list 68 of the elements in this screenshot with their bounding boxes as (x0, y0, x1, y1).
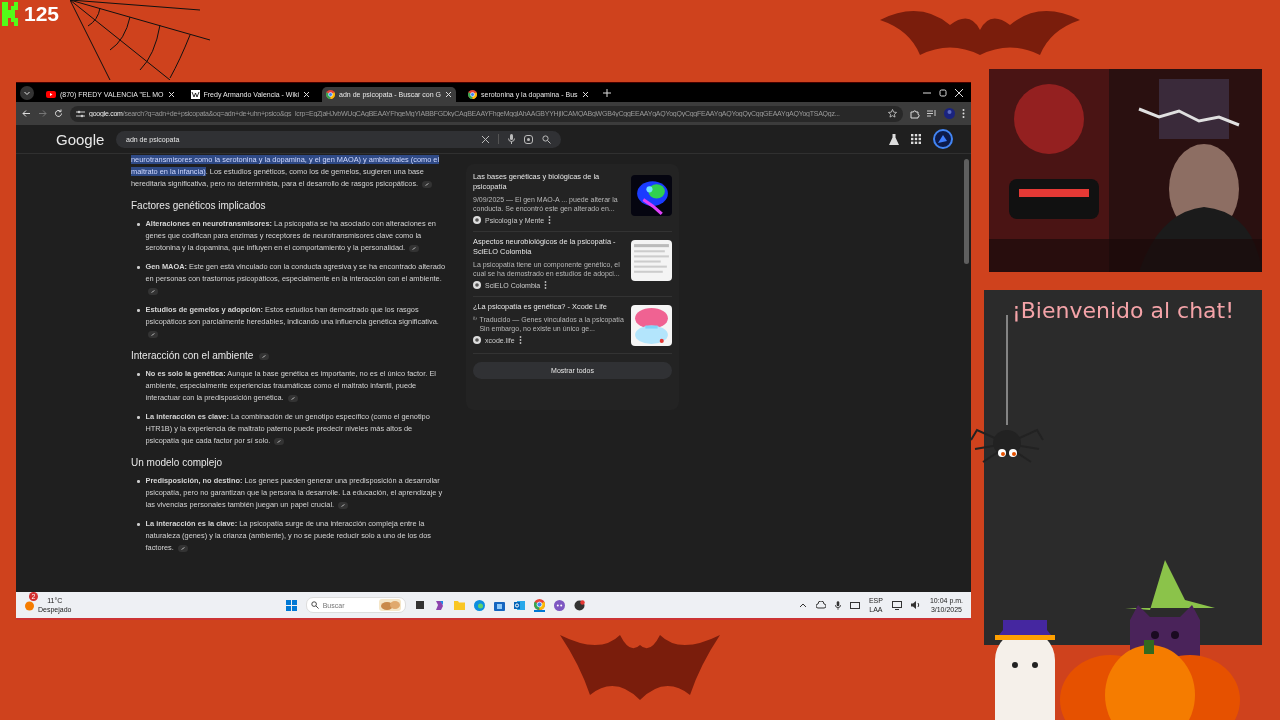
chat-app-icon[interactable] (553, 599, 565, 611)
store-icon[interactable] (493, 599, 505, 611)
keyboard-icon[interactable] (849, 601, 860, 609)
apps-icon[interactable] (911, 134, 921, 144)
section-heading: Interacción con el ambiente (131, 350, 254, 362)
monitor-icon[interactable] (891, 600, 902, 610)
chevron-icon[interactable] (798, 602, 807, 608)
chrome-icon (468, 90, 478, 99)
profile-avatar[interactable] (944, 108, 955, 119)
task-view-icon[interactable] (414, 600, 425, 610)
edge-icon[interactable] (473, 599, 485, 611)
link-icon[interactable] (422, 180, 433, 188)
profile-avatar[interactable] (933, 129, 953, 149)
flask-icon[interactable] (889, 133, 899, 145)
more-icon[interactable] (548, 216, 552, 224)
extensions-icon[interactable] (910, 108, 920, 119)
media-icon[interactable] (927, 109, 937, 118)
star-icon[interactable] (888, 109, 897, 118)
section-heading: Un modelo complejo (131, 457, 223, 469)
microphone-icon[interactable] (834, 600, 841, 610)
search-icon[interactable] (542, 134, 551, 144)
cloud-icon[interactable] (815, 601, 826, 609)
close-icon[interactable] (167, 91, 175, 98)
chat-title: ¡Bienvenido al chat! (1010, 298, 1236, 323)
microphone-icon[interactable] (508, 134, 515, 144)
link-icon[interactable] (274, 437, 285, 445)
more-icon[interactable] (518, 336, 522, 344)
clear-icon[interactable] (482, 135, 489, 143)
chrome-icon (326, 90, 336, 99)
close-icon[interactable] (955, 88, 963, 97)
close-icon[interactable] (303, 91, 311, 98)
site-icon (473, 336, 481, 344)
translate-icon (473, 315, 478, 322)
new-tab-icon[interactable] (602, 88, 611, 97)
reload-icon[interactable] (54, 109, 63, 118)
menu-icon[interactable] (962, 109, 965, 118)
tune-icon (76, 109, 85, 118)
weather-icon (24, 599, 35, 611)
link-icon[interactable] (147, 287, 158, 295)
viewer-count: 125 (24, 2, 60, 26)
link-icon[interactable] (409, 244, 420, 252)
copilot-icon[interactable] (433, 599, 445, 611)
wiki-icon (190, 90, 200, 99)
link-icon[interactable] (287, 394, 298, 402)
back-icon[interactable] (22, 109, 31, 118)
logo-icon (2, 2, 18, 26)
speaker-icon[interactable] (910, 601, 921, 609)
link-icon[interactable] (259, 352, 270, 360)
link-icon[interactable] (177, 544, 188, 552)
close-icon[interactable] (445, 91, 453, 98)
outlook-icon[interactable] (513, 599, 525, 611)
more-icon[interactable] (544, 281, 548, 289)
start-icon[interactable] (285, 599, 297, 611)
search-icon (310, 601, 319, 609)
section-heading: Factores genéticos implicados (131, 200, 266, 212)
link-icon[interactable] (147, 330, 158, 338)
restore-icon[interactable] (939, 88, 947, 97)
google-logo[interactable]: Google (56, 130, 104, 148)
chrome-icon[interactable] (533, 598, 545, 610)
dropdown-icon[interactable] (20, 85, 34, 100)
forward-icon[interactable] (38, 109, 47, 118)
play-icon (46, 91, 56, 98)
site-icon (473, 216, 481, 224)
link-icon[interactable] (338, 501, 349, 509)
lens-icon[interactable] (524, 134, 533, 144)
close-icon[interactable] (581, 91, 589, 98)
app-icon[interactable] (573, 599, 585, 611)
site-icon (473, 281, 481, 289)
